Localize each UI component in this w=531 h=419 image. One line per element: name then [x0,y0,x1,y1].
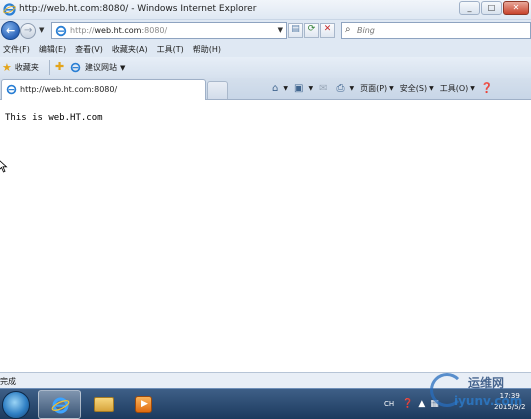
page-content: This is web.HT.com [0,101,531,372]
url-scheme: http:// [70,26,95,35]
page-menu-button[interactable]: 页面(P) ▼ [360,83,394,94]
safety-menu-button[interactable]: 安全(S) ▼ [400,83,434,94]
address-actions: ▤ ⟳ ✕ [288,23,336,39]
close-icon: ✕ [512,3,520,12]
mail-icon: ✉ [319,82,328,94]
menu-view[interactable]: 查看(V) [75,42,103,57]
compatibility-view-button[interactable]: ▤ [288,23,303,38]
add-to-favorites-button[interactable]: ✚ [55,60,64,73]
window-controls: _ □ ✕ [458,1,529,15]
tab-current[interactable]: http://web.ht.com:8080/ [1,79,206,100]
maximize-icon: □ [487,3,496,12]
title-bar: http://web.ht.com:8080/ - Windows Intern… [0,0,531,20]
chevron-down-icon: ▼ [120,63,126,72]
menu-bar: 文件(F) 编辑(E) 查看(V) 收藏夹(A) 工具(T) 帮助(H) [0,42,531,57]
watermark-logo: 运维网 iyunv.com [428,370,531,419]
window-title: http://web.ht.com:8080/ - Windows Intern… [19,4,257,14]
menu-favorites[interactable]: 收藏夹(A) [112,42,148,57]
tools-menu-button[interactable]: 工具(O) ▼ [440,83,475,94]
close-button[interactable]: ✕ [503,1,529,15]
menu-edit[interactable]: 编辑(E) [39,42,66,57]
stop-icon: ✕ [323,24,332,34]
home-button[interactable]: ⌂ ▼ [272,83,288,94]
favorites-button[interactable]: ★ 收藏夹 [2,60,39,75]
favorites-divider [49,60,50,75]
chevron-down-icon: ▼ [470,84,475,92]
taskbar-media-player[interactable]: ▶ [122,390,165,419]
chevron-down-icon: ▼ [308,84,314,92]
folder-icon [94,397,114,412]
refresh-icon: ⟳ [307,24,316,34]
maximize-button[interactable]: □ [481,1,502,15]
home-icon: ⌂ [272,82,279,94]
page-icon [55,25,67,37]
navigation-bar: ← → ▼ http://web.ht.com:8080/ ▼ ▤ ⟳ ✕ ⌕ [0,20,531,42]
forward-arrow-icon: → [24,25,33,36]
menu-file[interactable]: 文件(F) [3,42,30,57]
feeds-icon: ▣ [293,82,304,94]
url-rest: :8080/ [141,26,168,35]
menu-tools[interactable]: 工具(T) [157,42,184,57]
favorites-label: 收藏夹 [14,63,39,72]
back-button[interactable]: ← [1,21,20,40]
play-icon: ▶ [141,399,148,409]
safety-menu-label: 安全(S) [399,83,428,93]
internet-explorer-icon [51,397,70,414]
help-icon: ❓ [480,82,494,94]
watermark-text-url: iyunv.com [454,394,523,408]
back-arrow-icon: ← [6,24,16,37]
print-button[interactable]: ⎙ ▼ [336,83,354,94]
tools-menu-label: 工具(O) [439,83,469,93]
minimize-button[interactable]: _ [459,1,480,15]
favorites-bar: ★ 收藏夹 ✚ 建议网站 ▼ [0,57,531,78]
new-tab-button[interactable] [207,81,228,99]
command-bar: ⌂ ▼ ▣ ▼ ✉ ⎙ ▼ 页面(P) ▼ 安全(S) ▼ 工具(O) ▼ ❓ [272,79,502,97]
search-icon: ⌕ [345,24,351,35]
forward-button[interactable]: → [20,23,36,39]
taskbar-explorer[interactable] [82,390,125,419]
search-box[interactable]: ⌕ [341,22,531,39]
suggested-sites-button[interactable]: 建议网站 ▼ [70,60,125,75]
tray-expand-icon[interactable]: ▲ [418,399,425,409]
address-url: http://web.ht.com:8080/ [70,26,167,35]
tab-title: http://web.ht.com:8080/ [20,85,118,94]
refresh-button[interactable]: ⟳ [304,23,319,38]
compatibility-icon: ▤ [291,24,300,34]
page-text: This is web.HT.com [5,113,103,123]
media-player-icon: ▶ [135,396,152,413]
address-dropdown-icon[interactable]: ▼ [278,26,283,34]
url-domain: web.ht.com [94,26,142,35]
chevron-down-icon: ▼ [283,84,288,92]
ie-logo-icon [3,3,16,16]
taskbar-internet-explorer[interactable] [38,390,81,419]
menu-help[interactable]: 帮助(H) [193,42,221,57]
ie-page-icon [70,62,81,73]
stop-button[interactable]: ✕ [320,23,335,38]
chevron-down-icon: ▼ [389,84,394,92]
chevron-down-icon: ▼ [429,84,434,92]
language-indicator[interactable]: CH [384,400,394,408]
watermark-text-cn: 运维网 [468,376,505,390]
start-button[interactable] [2,391,30,419]
add-favorite-icon: ✚ [55,60,65,73]
help-button[interactable]: ❓ [481,83,496,94]
feeds-button[interactable]: ▣ ▼ [294,83,313,94]
suggested-sites-label: 建议网站 [85,63,117,72]
star-icon: ★ [2,61,12,74]
mouse-cursor-icon [0,160,8,173]
read-mail-button[interactable]: ✉ [319,83,330,94]
address-bar[interactable]: http://web.ht.com:8080/ ▼ [51,22,287,39]
status-text: 完成 [0,377,16,386]
help-tray-icon[interactable]: ❓ [402,399,413,409]
printer-icon: ⎙ [336,82,345,94]
recent-pages-dropdown[interactable]: ▼ [39,26,44,34]
search-input[interactable] [357,24,527,37]
minimize-icon: _ [467,3,472,12]
tab-page-icon [6,84,17,95]
chevron-down-icon: ▼ [349,84,355,92]
page-menu-label: 页面(P) [360,83,388,93]
